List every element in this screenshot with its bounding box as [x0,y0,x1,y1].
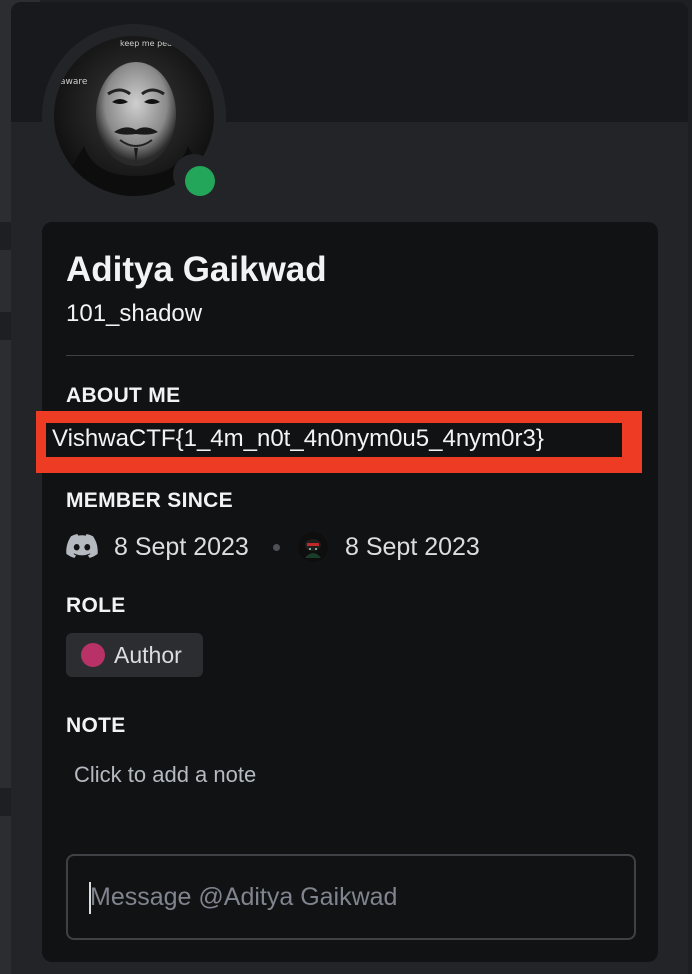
about-me-title: ABOUT ME [66,384,181,407]
status-online-icon [185,166,215,196]
divider [66,355,634,356]
server-member-date: 8 Sept 2023 [345,533,480,561]
server-icon [298,532,328,562]
about-me-content: VishwaCTF{1_4m_n0t_4n0nym0u5_4nym0r3} [46,423,622,457]
discord-icon [66,534,98,558]
member-since-row: 8 Sept 2023 8 Sept 2023 [66,530,626,566]
role-color-dot [81,643,105,667]
highlight-box: VishwaCTF{1_4m_n0t_4n0nym0u5_4nym0r3} [36,411,642,473]
separator-dot [273,544,280,551]
username[interactable]: 101_shadow [66,300,202,328]
profile-card: Aditya Gaikwad 101_shadow ABOUT ME Vishw… [36,222,658,962]
note-title: NOTE [66,714,126,737]
role-label: Author [114,642,182,668]
discord-member-date: 8 Sept 2023 [114,533,249,561]
user-profile-popout: keep me peace aware Aditya Gaikwad 101_s… [11,2,688,974]
note-input[interactable]: Click to add a note [74,762,256,788]
display-name: Aditya Gaikwad [66,250,327,289]
svg-text:aware: aware [60,77,88,87]
message-input[interactable] [88,856,620,938]
role-pill[interactable]: Author [66,633,203,677]
message-box[interactable] [66,854,636,940]
member-since-title: MEMBER SINCE [66,489,233,512]
role-title: ROLE [66,594,126,617]
about-me-text: VishwaCTF{1_4m_n0t_4n0nym0u5_4nym0r3} [52,425,544,452]
